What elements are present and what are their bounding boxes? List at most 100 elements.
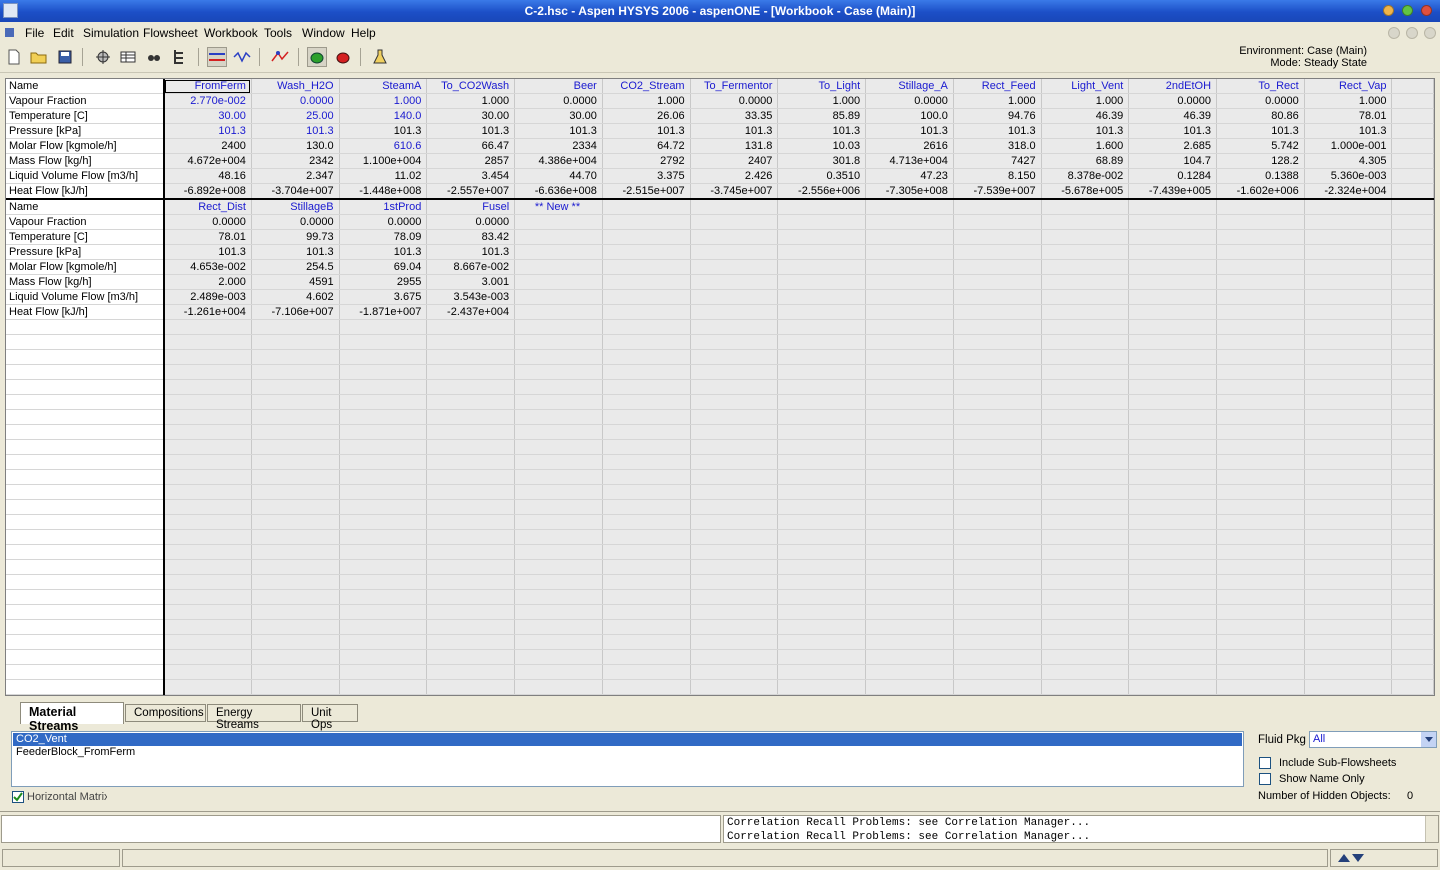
table-cell[interactable] (163, 484, 252, 500)
table-cell[interactable] (251, 439, 340, 455)
table-cell[interactable] (1391, 289, 1434, 305)
table-cell[interactable] (163, 679, 252, 695)
table-cell[interactable] (953, 604, 1042, 620)
table-cell[interactable]: 1.000 (1304, 93, 1393, 109)
table-cell[interactable] (1304, 304, 1393, 320)
table-cell[interactable] (1041, 454, 1130, 470)
table-cell[interactable]: 69.04 (339, 259, 428, 275)
table-cell[interactable] (1304, 604, 1393, 620)
table-cell[interactable] (1041, 364, 1130, 380)
table-cell[interactable] (163, 514, 252, 530)
table-cell[interactable] (1128, 229, 1218, 245)
table-cell[interactable] (1216, 649, 1305, 665)
table-cell[interactable] (1391, 484, 1434, 500)
table-cell[interactable]: 1.000 (953, 93, 1042, 109)
table-cell[interactable] (251, 589, 340, 605)
table-cell[interactable]: 4.672e+004 (163, 153, 252, 169)
table-cell[interactable] (163, 454, 252, 470)
table-cell[interactable]: 4.386e+004 (514, 153, 603, 169)
table-cell[interactable] (602, 484, 691, 500)
new-file-icon[interactable] (4, 47, 24, 67)
table-cell[interactable] (1041, 559, 1130, 575)
table-cell[interactable] (251, 574, 340, 590)
row-label[interactable] (6, 664, 165, 680)
table-cell[interactable] (1216, 529, 1305, 545)
table-cell[interactable] (426, 439, 516, 455)
table-cell[interactable] (602, 394, 691, 410)
table-cell[interactable] (514, 244, 603, 260)
table-cell[interactable] (1216, 259, 1305, 275)
table-cell[interactable]: -2.515e+007 (602, 183, 691, 200)
table-cell[interactable] (426, 559, 516, 575)
table-cell[interactable] (777, 439, 867, 455)
table-cell[interactable] (953, 409, 1042, 425)
row-label[interactable] (6, 319, 165, 335)
table-cell[interactable] (514, 514, 603, 530)
table-cell[interactable] (339, 409, 428, 425)
table-cell[interactable] (1041, 214, 1130, 230)
table-cell[interactable] (339, 664, 428, 680)
table-cell[interactable] (1041, 499, 1130, 515)
table-cell[interactable] (1391, 138, 1434, 154)
table-cell[interactable]: 11.02 (339, 168, 428, 184)
table-cell[interactable] (1216, 349, 1305, 365)
row-label[interactable] (6, 439, 165, 455)
table-cell[interactable]: 78.01 (163, 229, 252, 245)
minimize-button[interactable] (1383, 5, 1394, 16)
table-cell[interactable] (1391, 559, 1434, 575)
table-cell[interactable] (1041, 424, 1130, 440)
table-cell[interactable] (865, 394, 954, 410)
close-button[interactable] (1421, 5, 1432, 16)
table-cell[interactable] (1128, 469, 1218, 485)
table-cell[interactable] (426, 484, 516, 500)
table-cell[interactable]: 101.3 (426, 244, 516, 260)
table-cell[interactable] (251, 409, 340, 425)
table-cell[interactable] (251, 529, 340, 545)
table-cell[interactable] (1304, 664, 1393, 680)
table-cell[interactable]: 0.0000 (251, 93, 340, 109)
table-cell[interactable] (1391, 364, 1434, 380)
tab-compositions[interactable]: Compositions (125, 704, 206, 722)
table-cell[interactable] (953, 574, 1042, 590)
table-cell[interactable] (1041, 244, 1130, 260)
table-cell[interactable] (1128, 424, 1218, 440)
table-cell[interactable] (777, 559, 867, 575)
table-cell[interactable] (514, 499, 603, 515)
table-cell[interactable] (426, 424, 516, 440)
table-cell[interactable] (1391, 168, 1434, 184)
table-cell[interactable] (1216, 199, 1305, 215)
table-cell[interactable] (251, 499, 340, 515)
table-cell[interactable] (953, 469, 1042, 485)
table-cell[interactable] (690, 574, 779, 590)
table-cell[interactable] (602, 454, 691, 470)
stream-name-cell[interactable]: Fusel (426, 199, 516, 215)
table-cell[interactable] (339, 619, 428, 635)
row-label[interactable] (6, 409, 165, 425)
table-cell[interactable] (1391, 123, 1434, 139)
table-cell[interactable] (1041, 199, 1130, 215)
row-label[interactable] (6, 544, 165, 560)
table-cell[interactable] (690, 679, 779, 695)
row-label[interactable] (6, 469, 165, 485)
table-cell[interactable] (251, 484, 340, 500)
table-cell[interactable] (1391, 439, 1434, 455)
stream-name-cell[interactable]: FromFerm (163, 79, 252, 94)
table-cell[interactable] (1041, 319, 1130, 335)
table-cell[interactable] (777, 634, 867, 650)
table-cell[interactable] (514, 319, 603, 335)
tab-unit-ops[interactable]: Unit Ops (302, 704, 358, 731)
table-cell[interactable] (777, 394, 867, 410)
table-cell[interactable] (251, 334, 340, 350)
table-cell[interactable] (1216, 469, 1305, 485)
table-cell[interactable] (953, 619, 1042, 635)
table-cell[interactable] (1041, 514, 1130, 530)
stream-name-cell[interactable]: Stillage_A (865, 79, 954, 94)
table-cell[interactable]: 104.7 (1128, 153, 1218, 169)
row-label[interactable]: Mass Flow [kg/h] (6, 153, 165, 169)
table-cell[interactable] (339, 529, 428, 545)
table-cell[interactable] (1041, 679, 1130, 695)
table-cell[interactable] (514, 289, 603, 305)
table-cell[interactable]: 128.2 (1216, 153, 1305, 169)
table-cell[interactable]: -1.448e+008 (339, 183, 428, 200)
stream-name-cell[interactable]: CO2_Stream (602, 79, 691, 94)
